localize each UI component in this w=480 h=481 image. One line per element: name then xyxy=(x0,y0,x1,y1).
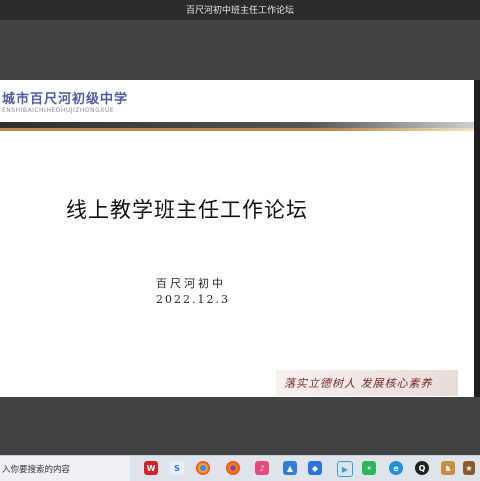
shared-slide: 城市百尺河初级中学 ENSHIBAICHIHEOHUJIZHONGXUE 线上教… xyxy=(0,80,474,397)
motto-banner: 落实立德树人 发展核心素养 xyxy=(276,370,458,396)
image-icon[interactable]: ▲ xyxy=(283,461,297,475)
wps-icon[interactable]: W xyxy=(144,461,158,475)
window-titlebar: 百尺河初中班主任工作论坛 xyxy=(0,0,480,20)
search-app-icon[interactable]: S xyxy=(170,461,184,475)
school-name-cn: 城市百尺河初级中学 xyxy=(2,92,129,107)
qq-icon[interactable]: Q xyxy=(415,461,429,475)
wechat-icon[interactable]: • xyxy=(362,461,376,475)
slide-org: 百尺河初中 xyxy=(156,277,226,290)
search-placeholder: 入你要搜索的内容 xyxy=(2,465,71,475)
school-name-en: ENSHIBAICHIHEOHUJIZHONGXUE xyxy=(2,107,115,114)
taskbar-search[interactable]: 入你要搜索的内容 xyxy=(0,456,130,481)
game-icon[interactable]: ♞ xyxy=(441,461,455,475)
video-icon[interactable]: ▶ xyxy=(337,461,353,477)
chrome-icon[interactable] xyxy=(196,461,210,475)
window-title: 百尺河初中班主任工作论坛 xyxy=(185,6,294,16)
slide-title: 线上教学班主任工作论坛 xyxy=(66,198,308,222)
slide-edge xyxy=(474,80,480,397)
game2-icon[interactable]: ★ xyxy=(463,461,475,475)
slide-date: 2022.12.3 xyxy=(156,293,230,306)
taskbar: 入你要搜索的内容 W S ♪ ▲ ◆ ▶ • e Q ♞ ★ xyxy=(0,455,480,481)
browser-icon[interactable]: e xyxy=(389,461,403,475)
firefox-icon[interactable] xyxy=(226,461,240,475)
cloud-icon[interactable]: ◆ xyxy=(308,461,322,475)
music-icon[interactable]: ♪ xyxy=(255,461,269,475)
motto-text: 落实立德树人 发展核心素养 xyxy=(284,377,433,390)
header-bar-gold xyxy=(0,128,474,131)
